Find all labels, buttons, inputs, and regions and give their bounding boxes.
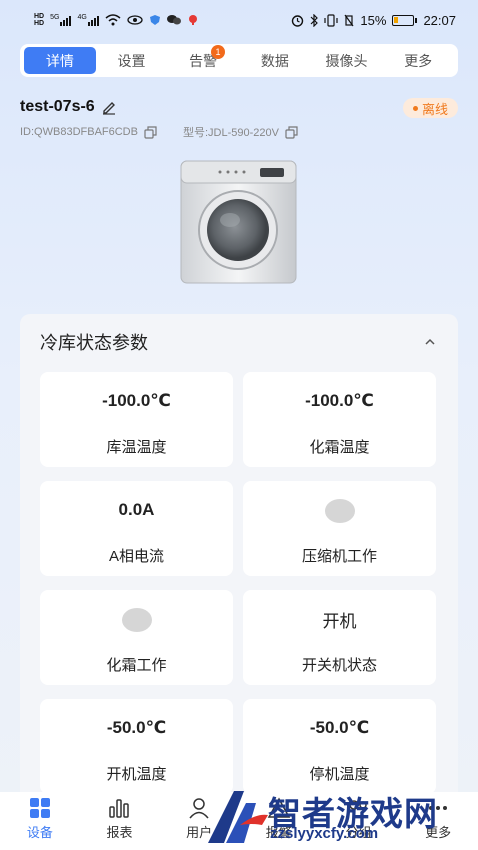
tab-details[interactable]: 详情 [24,47,96,74]
cold-storage-panel: 冷库状态参数 -100.0℃ 库温温度 -100.0℃ 化霜温度 0.0A A相… [20,314,458,814]
copy-icon[interactable] [285,125,298,139]
tab-label: 更多 [404,52,433,69]
param-value: -100.0℃ [102,391,171,410]
tab-bar: 详情 设置 告警 1 数据 摄像头 更多 [20,44,458,77]
tab-camera[interactable]: 摄像头 [311,47,383,74]
watermark-logo-icon [208,791,268,843]
param-value: 0.0A [118,500,155,519]
nav-label: 设备 [26,825,53,840]
param-label: 开机温度 [106,766,167,783]
param-card: -50.0℃ 开机温度 [40,699,233,794]
param-label: A相电流 [108,548,164,565]
status-dot [412,105,418,111]
param-label: 压缩机工作 [301,548,377,565]
vibrate-icon [324,13,339,27]
nav-label: 报表 [106,825,133,840]
param-card: 0.0A A相电流 [40,481,233,576]
param-card: 开机 开关机状态 [243,590,436,685]
5g-label: 5G [50,14,60,21]
device-name-row: test-07s-6 [20,98,117,116]
chevron-up-icon[interactable] [422,334,438,350]
battery-icon [392,14,415,26]
status-indicator-dot [121,608,152,632]
device-id: ID:QWB83DFBAF6CDB [20,126,138,138]
param-label: 停机温度 [309,766,370,783]
washing-machine-image [180,160,297,284]
tab-label: 详情 [45,52,74,69]
5g-signal-icon: 5G [50,14,72,26]
mute-icon [344,14,354,26]
device-meta: ID:QWB83DFBAF6CDB 型号:JDL-590-220V [20,124,298,140]
param-card: 化霜工作 [40,590,233,685]
status-bar: HD HD 5G 4G 15% 22:07 [0,0,478,40]
notification-icon [188,15,197,25]
param-card: -50.0℃ 停机温度 [243,699,436,794]
status-icons-right: 15% 22:07 [291,13,456,28]
tab-alarms[interactable]: 告警 1 [167,45,239,74]
param-value: 开机 [322,611,357,631]
alarm-count-badge: 1 [211,45,226,59]
status-icons-left: HD HD 5G 4G [34,13,199,27]
tab-more[interactable]: 更多 [382,47,454,74]
param-label: 化霜工作 [106,657,167,674]
param-label: 库温温度 [106,439,167,456]
status-indicator-dot [324,499,355,523]
battery-tip [415,17,418,23]
4g-label: 4G [77,14,87,21]
bar-chart-icon [109,799,130,818]
clock: 22:07 [423,12,456,28]
hd-icon: HD HD [34,13,45,27]
device-model: 型号:JDL-590-220V [182,127,279,139]
parameter-grid: -100.0℃ 库温温度 -100.0℃ 化霜温度 0.0A A相电流 压缩机工… [40,372,438,794]
wifi-icon [105,14,121,26]
param-card: -100.0℃ 化霜温度 [243,372,436,467]
copy-icon[interactable] [144,125,157,139]
tab-data[interactable]: 数据 [239,47,311,74]
param-label: 化霜温度 [309,439,370,456]
nav-devices[interactable]: 设备 [5,797,75,841]
4g-signal-icon: 4G [77,14,99,26]
grid-icon [29,798,50,818]
panel-title: 冷库状态参数 [40,333,148,353]
nav-reports[interactable]: 报表 [84,797,154,841]
watermark-url: zzslyyxcfy.com [270,825,379,842]
eye-icon [127,15,143,25]
battery-percent: 15% [360,12,387,28]
param-value: -50.0℃ [106,718,167,737]
bluetooth-icon [310,13,319,27]
tab-label: 数据 [260,52,289,69]
app-icon [149,15,160,25]
status-badge: 离线 [402,98,458,118]
tab-settings[interactable]: 设置 [96,47,168,74]
watermark: 智者游戏网 zzslyyxcfy.com [200,785,478,850]
param-card: 压缩机工作 [243,481,436,576]
device-name: test-07s-6 [20,98,95,115]
alarm-icon [292,14,304,27]
wechat-icon [166,15,181,25]
param-card: -100.0℃ 库温温度 [40,372,233,467]
param-value: -50.0℃ [309,718,370,737]
param-value: -100.0℃ [305,391,374,410]
edit-icon[interactable] [101,99,117,115]
param-label: 开关机状态 [301,657,377,674]
tab-label: 摄像头 [325,52,368,69]
tab-label: 设置 [117,52,146,69]
status-text: 离线 [421,101,448,117]
panel-header[interactable]: 冷库状态参数 [20,314,458,370]
